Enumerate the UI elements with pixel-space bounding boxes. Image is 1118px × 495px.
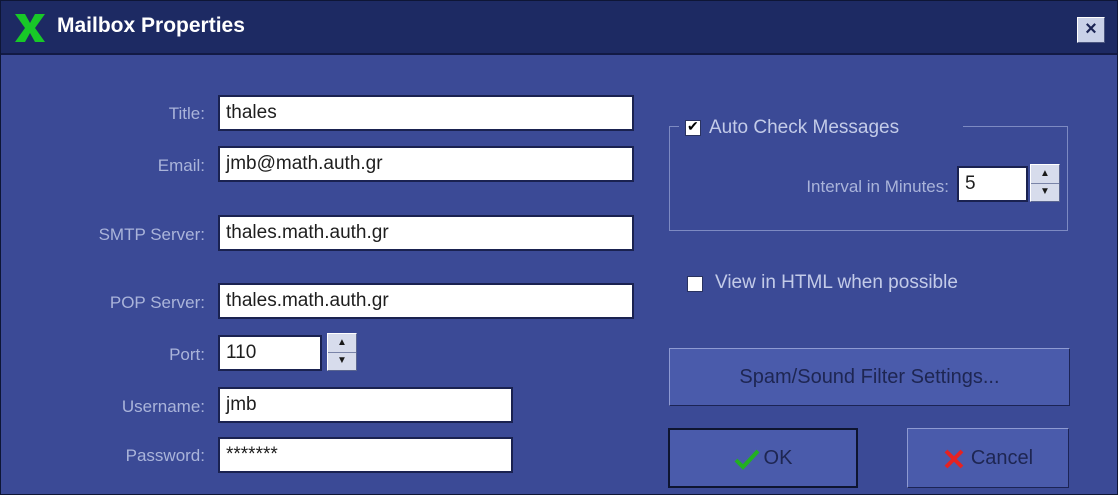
arrow-up-icon: ▲ — [1040, 168, 1050, 179]
check-icon: ✔ — [687, 118, 699, 134]
password-label: Password: — [125, 446, 205, 465]
checkmark-icon — [734, 449, 760, 470]
smtp-server-label: SMTP Server: — [98, 225, 205, 244]
interval-field[interactable]: 5 — [957, 166, 1028, 202]
x-cancel-icon — [944, 449, 964, 469]
cancel-button-label: Cancel — [970, 447, 1034, 469]
pop-server-field[interactable]: thales.math.auth.gr — [218, 283, 634, 319]
view-html-checkbox[interactable] — [687, 276, 703, 292]
mailbox-properties-dialog: Mailbox Properties × Title: thales Email… — [0, 0, 1118, 495]
x-app-logo-icon — [15, 14, 45, 42]
ok-button[interactable]: OK — [668, 428, 858, 488]
port-field[interactable]: 110 — [218, 335, 322, 371]
interval-decrement-button[interactable]: ▼ — [1031, 183, 1059, 201]
email-label: Email: — [157, 156, 205, 175]
smtp-server-field[interactable]: thales.math.auth.gr — [218, 215, 634, 251]
port-increment-button[interactable]: ▲ — [328, 334, 356, 353]
email-field[interactable]: jmb@math.auth.gr — [218, 146, 634, 182]
spam-sound-filter-button[interactable]: Spam/Sound Filter Settings... — [669, 348, 1070, 406]
groupbox-caption[interactable]: ✔ Auto Check Messages — [679, 115, 963, 141]
interval-label: Interval in Minutes: — [806, 177, 949, 196]
ok-button-label: OK — [763, 447, 793, 469]
window-title: Mailbox Properties — [57, 14, 245, 37]
close-icon: × — [1085, 18, 1097, 40]
interval-increment-button[interactable]: ▲ — [1031, 165, 1059, 184]
arrow-down-icon: ▼ — [1040, 186, 1050, 197]
arrow-up-icon: ▲ — [337, 337, 347, 348]
username-label: Username: — [121, 397, 205, 416]
auto-check-label: Auto Check Messages — [709, 117, 900, 138]
interval-stepper[interactable]: ▲ ▼ — [1030, 164, 1060, 202]
view-html-label[interactable]: View in HTML when possible — [715, 272, 958, 294]
pop-server-label: POP Server: — [109, 293, 205, 312]
title-bar[interactable]: Mailbox Properties × — [1, 1, 1117, 55]
password-field[interactable]: ******* — [218, 437, 513, 473]
port-decrement-button[interactable]: ▼ — [328, 352, 356, 370]
close-button[interactable]: × — [1077, 17, 1105, 43]
port-label: Port: — [169, 345, 205, 364]
username-field[interactable]: jmb — [218, 387, 513, 423]
port-stepper[interactable]: ▲ ▼ — [327, 333, 357, 371]
title-field[interactable]: thales — [218, 95, 634, 131]
arrow-down-icon: ▼ — [337, 355, 347, 366]
auto-check-checkbox[interactable]: ✔ — [685, 118, 701, 136]
cancel-button[interactable]: Cancel — [907, 428, 1069, 488]
title-label: Title: — [168, 104, 205, 123]
spam-filter-button-label: Spam/Sound Filter Settings... — [739, 366, 1000, 388]
